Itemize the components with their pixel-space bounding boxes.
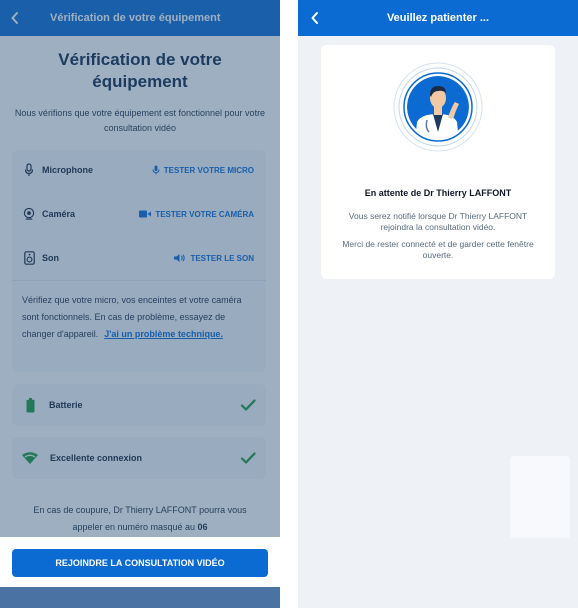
battery-icon — [22, 397, 38, 413]
waiting-content: En attente de Dr Thierry LAFFONT Vous se… — [298, 36, 578, 608]
check-icon — [240, 452, 256, 464]
test-camera-button[interactable]: TESTER VOTRE CAMÉRA — [139, 210, 254, 219]
status-label: Excellente connexion — [50, 453, 143, 463]
doctor-avatar — [393, 62, 483, 152]
equipment-label: Son — [42, 253, 59, 263]
equipment-check-content[interactable]: Vérification de votre équipement Nous vé… — [0, 36, 280, 608]
speaker-icon — [23, 251, 35, 265]
page-title: Vérification de votre équipement — [58, 50, 222, 91]
equipment-card: Microphone TESTER VOTRE MICRO Caméra TES… — [12, 150, 266, 372]
chevron-left-icon — [311, 12, 318, 24]
video-camera-icon — [139, 210, 152, 218]
waiting-card: En attente de Dr Thierry LAFFONT Vous se… — [321, 45, 555, 279]
check-icon — [240, 399, 256, 411]
header-bar: Vérification de votre équipement — [0, 0, 280, 36]
waiting-title: En attente de Dr Thierry LAFFONT — [364, 188, 512, 198]
equipment-check-screen: Vérification de votre équipement Vérific… — [0, 0, 280, 608]
waiting-notice: Vous serez notifié lorsque Dr Thierry LA… — [348, 211, 528, 232]
microphone-icon — [23, 163, 35, 177]
intro-text: Nous vérifions que votre équipement est … — [14, 108, 266, 133]
equipment-label: Microphone — [42, 165, 93, 175]
volume-icon — [174, 254, 186, 262]
callback-notice: En cas de coupure, Dr Thierry LAFFONT po… — [20, 502, 260, 536]
equipment-row-camera: Caméra TESTER VOTRE CAMÉRA — [12, 200, 266, 228]
status-label: Batterie — [49, 400, 83, 410]
equipment-label: Caméra — [42, 209, 76, 219]
divider — [12, 280, 266, 281]
test-microphone-button[interactable]: TESTER VOTRE MICRO — [152, 165, 254, 175]
equipment-row-microphone: Microphone TESTER VOTRE MICRO — [12, 156, 266, 184]
back-button[interactable] — [300, 0, 330, 36]
connection-status-card: Excellente connexion — [12, 437, 266, 479]
microphone-icon — [152, 165, 160, 175]
join-consultation-button[interactable]: REJOINDRE LA CONSULTATION VIDÉO — [12, 549, 268, 577]
callback-text: En cas de coupure, Dr Thierry LAFFONT po… — [33, 505, 247, 532]
verify-instructions: Vérifiez que votre micro, vos enceintes … — [22, 292, 256, 343]
test-sound-button[interactable]: TESTER LE SON — [174, 254, 254, 263]
equipment-row-sound: Son TESTER LE SON — [12, 244, 266, 272]
back-button[interactable] — [0, 0, 30, 36]
header-title: Veuillez patienter ... — [386, 12, 490, 24]
keep-connected-text: Merci de rester connecté et de garder ce… — [342, 239, 534, 260]
test-label: TESTER LE SON — [190, 253, 254, 263]
wifi-icon — [22, 450, 38, 466]
bottom-strip — [0, 587, 280, 608]
header-bar: Veuillez patienter ... — [298, 0, 578, 36]
self-video-placeholder — [510, 456, 570, 538]
doctor-avatar-icon — [393, 62, 483, 152]
waiting-room-screen: Veuillez patienter ... En attente de Dr … — [298, 0, 578, 608]
webcam-icon — [23, 207, 35, 221]
join-button-zone: REJOINDRE LA CONSULTATION VIDÉO — [0, 537, 280, 587]
header-title: Vérification de votre équipement — [50, 12, 221, 24]
test-label: TESTER VOTRE CAMÉRA — [155, 209, 254, 219]
callback-number: 06 — [197, 522, 208, 532]
tech-problem-link[interactable]: J'ai un problème technique. — [104, 329, 223, 339]
chevron-left-icon — [11, 12, 18, 24]
battery-status-card: Batterie — [12, 384, 266, 426]
test-label: TESTER VOTRE MICRO — [163, 165, 254, 175]
